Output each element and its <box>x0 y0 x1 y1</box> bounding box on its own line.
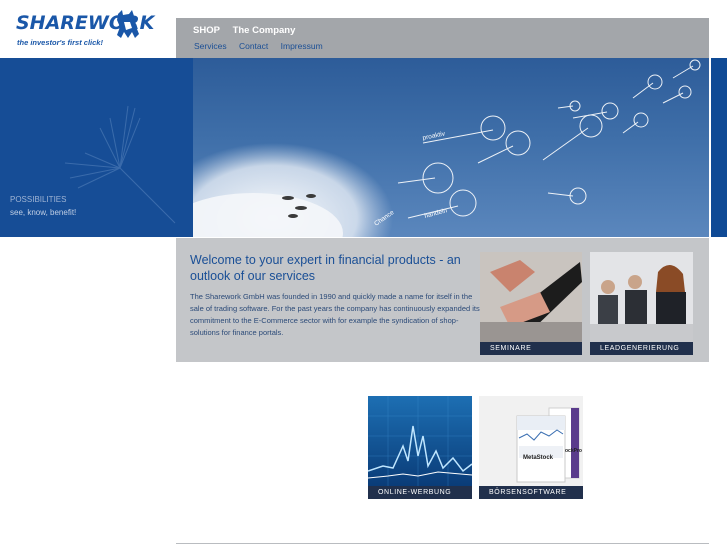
nav-services-link[interactable]: Services <box>194 41 227 51</box>
logo-slogan: the investor's first click! <box>17 38 103 47</box>
business-people-photo <box>590 252 693 342</box>
stock-chart-graphic <box>368 396 472 486</box>
product-box-name-2: ockPro <box>565 448 582 454</box>
nav-impressum-link[interactable]: Impressum <box>281 41 323 51</box>
tile-leadgenerierung[interactable]: LEADGENERIERUNG <box>590 252 693 355</box>
footer-divider <box>176 543 709 544</box>
nav-contact-link[interactable]: Contact <box>239 41 268 51</box>
tile-online-werbung[interactable]: ONLINE-WERBUNG <box>368 396 472 499</box>
logo[interactable]: SHAREWORK the investor's first click! <box>16 10 154 50</box>
hero-side-panel: POSSIBILITIES see, know, benefit! <box>0 58 193 237</box>
hero-right-strip <box>711 58 727 237</box>
seed-word-proaktiv: proaktiv <box>422 130 446 142</box>
nav-company-link[interactable]: The Company <box>233 25 296 36</box>
tile-leadgenerierung-label: LEADGENERIERUNG <box>590 342 693 355</box>
tile-seminare-label: SEMINARE <box>480 342 582 355</box>
tile-boersensoftware-label: BÖRSENSOFTWARE <box>479 486 583 499</box>
hero-banner: proaktiv Chance handeln <box>193 58 709 237</box>
top-navigation: SHOP The Company Services Contact Impres… <box>176 18 709 58</box>
nav-shop-link[interactable]: SHOP <box>193 25 220 36</box>
welcome-text: The Sharework GmbH was founded in 1990 a… <box>190 292 480 337</box>
tile-boersensoftware[interactable]: MetaStock ockPro BÖRSENSOFTWARE <box>479 396 583 499</box>
seminar-photo <box>480 252 582 342</box>
tile-seminare[interactable]: SEMINARE <box>480 252 582 355</box>
primary-nav: SHOP The Company <box>193 25 305 36</box>
seed-word-handeln: handeln <box>424 207 449 220</box>
dandelion-illustration: proaktiv Chance handeln <box>193 59 701 237</box>
bull-icon <box>117 10 139 38</box>
welcome-title: Welcome to your expert in financial prod… <box>190 253 461 283</box>
tile-online-werbung-label: ONLINE-WERBUNG <box>368 486 472 499</box>
secondary-nav: Services Contact Impressum <box>194 41 333 51</box>
software-box-graphic: MetaStock ockPro <box>479 396 583 486</box>
hero-side-subtitle: see, know, benefit! <box>10 208 77 217</box>
hero-side-title: POSSIBILITIES <box>10 195 67 204</box>
product-box-name: MetaStock <box>523 455 554 461</box>
